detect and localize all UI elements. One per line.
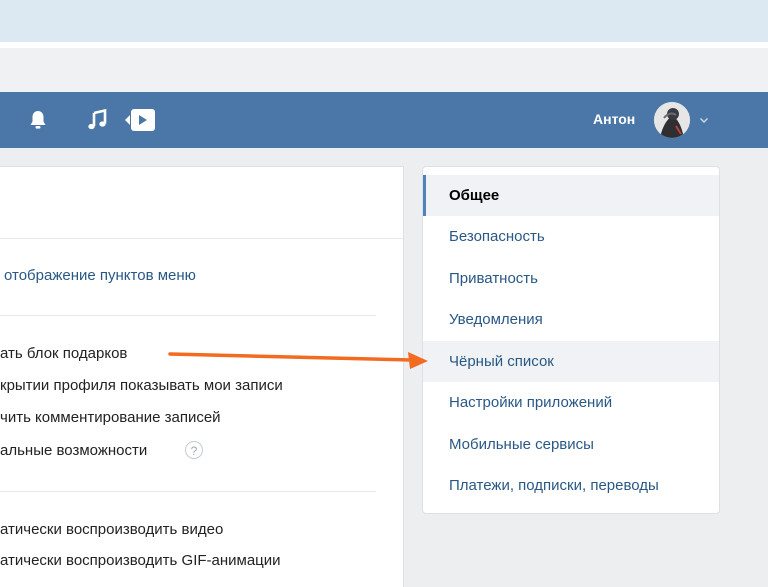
sidebar-item-mobile-services[interactable]: Мобильные сервисы [423, 424, 719, 465]
video-play-icon[interactable] [124, 106, 156, 134]
sidebar-item-blacklist[interactable]: Чёрный список [423, 341, 719, 382]
avatar-image [654, 102, 690, 138]
section-divider [0, 315, 376, 316]
sidebar-item-general[interactable]: Общее [423, 175, 719, 216]
option-special-features[interactable]: альные возможности [0, 442, 147, 459]
avatar[interactable] [654, 102, 690, 138]
chevron-down-icon[interactable] [698, 114, 710, 126]
music-note-icon[interactable] [84, 106, 112, 134]
browser-toolbar-strip [0, 48, 768, 92]
option-closed-profile-posts[interactable]: крытии профиля показывать мои записи [0, 377, 283, 394]
settings-sidebar: Общее Безопасность Приватность Уведомлен… [422, 166, 720, 514]
option-autoplay-video[interactable]: атически воспроизводить видео [0, 521, 223, 538]
option-gift-block[interactable]: ать блок подарков [0, 345, 127, 362]
sidebar-item-payments[interactable]: Платежи, подписки, переводы [423, 465, 719, 506]
sidebar-item-security[interactable]: Безопасность [423, 216, 719, 257]
help-icon[interactable]: ? [185, 441, 203, 459]
option-autoplay-gif[interactable]: атически воспроизводить GIF-анимации [0, 552, 281, 569]
sidebar-item-notifications[interactable]: Уведомления [423, 299, 719, 340]
menu-display-link[interactable]: отображение пунктов меню [4, 267, 196, 284]
panel-header-divider [0, 238, 403, 239]
sidebar-item-privacy[interactable]: Приватность [423, 258, 719, 299]
section-divider [0, 491, 376, 492]
browser-top-strip [0, 0, 768, 42]
username-label[interactable]: Антон [593, 111, 635, 127]
top-header-bar [0, 92, 768, 148]
sidebar-item-app-settings[interactable]: Настройки приложений [423, 382, 719, 423]
option-disable-comments[interactable]: чить комментирование записей [0, 409, 221, 426]
bell-icon[interactable] [24, 106, 52, 134]
